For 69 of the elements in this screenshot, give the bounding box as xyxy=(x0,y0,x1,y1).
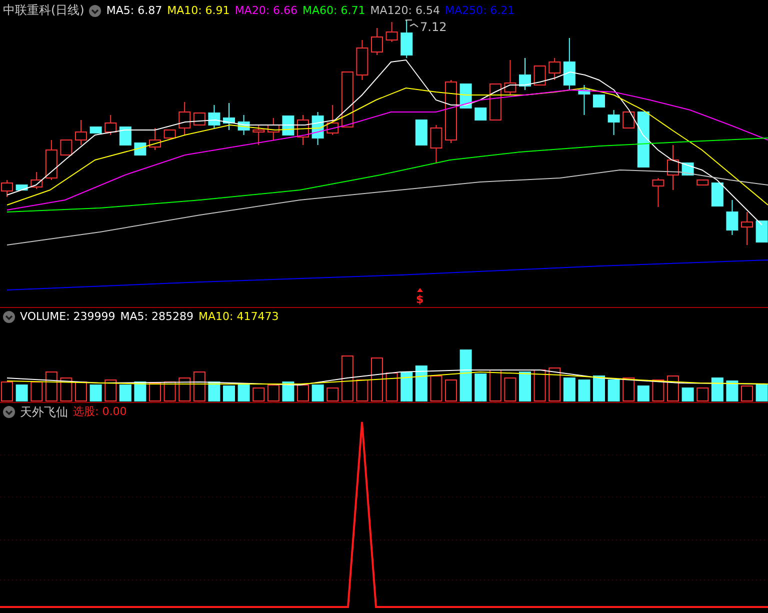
candlestick xyxy=(489,84,502,120)
volume-value: MA5: 285289 xyxy=(120,310,194,324)
candlestick xyxy=(608,110,620,136)
candlestick xyxy=(400,20,413,58)
chart-title: 中联重科(日线) xyxy=(3,2,84,19)
candlestick xyxy=(30,172,43,190)
candlestick xyxy=(756,220,768,242)
candlestick xyxy=(578,84,590,116)
candlestick xyxy=(312,112,324,146)
indicator-name: 天外飞仙 xyxy=(20,405,68,419)
candlestick xyxy=(726,200,738,236)
moving-average-value: MA60: 6.71 xyxy=(302,4,366,18)
candlestick xyxy=(622,112,635,128)
candlestick xyxy=(741,212,753,246)
candlestick xyxy=(534,66,546,86)
volume-value: VOLUME: 239999 xyxy=(20,310,116,324)
chevron-down-icon[interactable] xyxy=(89,4,102,16)
candlestick xyxy=(504,60,516,96)
candlestick xyxy=(208,104,220,128)
chevron-down-icon[interactable] xyxy=(3,406,15,418)
candlestick xyxy=(60,140,72,156)
volume-value: MA10: 417473 xyxy=(198,310,279,324)
candlestick xyxy=(652,178,664,208)
candlestick xyxy=(149,128,161,150)
moving-average-value: MA250: 6.21 xyxy=(444,4,515,18)
candlestick xyxy=(667,144,679,190)
candlestick xyxy=(134,142,146,156)
candlestick xyxy=(460,84,472,108)
candlestick xyxy=(356,40,368,80)
candlestick xyxy=(430,124,442,164)
candlestick xyxy=(297,114,309,146)
candlestick xyxy=(267,118,280,140)
signal-marker: $ xyxy=(416,293,424,306)
candlestick xyxy=(711,182,724,206)
chevron-down-icon[interactable] xyxy=(3,311,15,323)
leader-line xyxy=(406,20,418,28)
candlestick xyxy=(445,80,457,144)
triangle-icon xyxy=(417,288,423,292)
candlestick xyxy=(386,22,398,42)
candlestick xyxy=(341,72,354,128)
moving-average-value: MA5: 6.87 xyxy=(106,4,162,18)
moving-average-value: MA120: 6.54 xyxy=(370,4,440,18)
candlestick xyxy=(45,140,58,180)
candlestick xyxy=(326,104,339,136)
candlestick xyxy=(415,120,428,146)
candlestick xyxy=(90,126,102,134)
candlestick xyxy=(563,38,576,90)
candlestick xyxy=(223,102,235,130)
candlestick xyxy=(238,114,250,136)
candlestick xyxy=(119,126,132,146)
candlestick xyxy=(637,112,650,168)
moving-average-value: MA20: 6.66 xyxy=(234,4,298,18)
moving-average-value: MA10: 6.91 xyxy=(167,4,230,18)
candlestick xyxy=(178,102,191,136)
candlestick xyxy=(696,180,709,186)
peak-price-label: 7.12 xyxy=(420,20,447,34)
candlestick xyxy=(252,124,265,146)
candlestick xyxy=(548,58,561,80)
candlestick xyxy=(75,120,87,146)
candlestick xyxy=(16,184,28,190)
candlestick xyxy=(282,116,294,136)
candlestick xyxy=(164,130,176,138)
candlestick xyxy=(104,114,117,136)
candlestick xyxy=(371,28,383,56)
candlestick xyxy=(193,112,206,126)
candlestick xyxy=(593,94,605,108)
candlestick xyxy=(474,108,487,120)
indicator-reading: 选股: 0.00 xyxy=(73,405,127,419)
candlestick xyxy=(519,58,531,90)
